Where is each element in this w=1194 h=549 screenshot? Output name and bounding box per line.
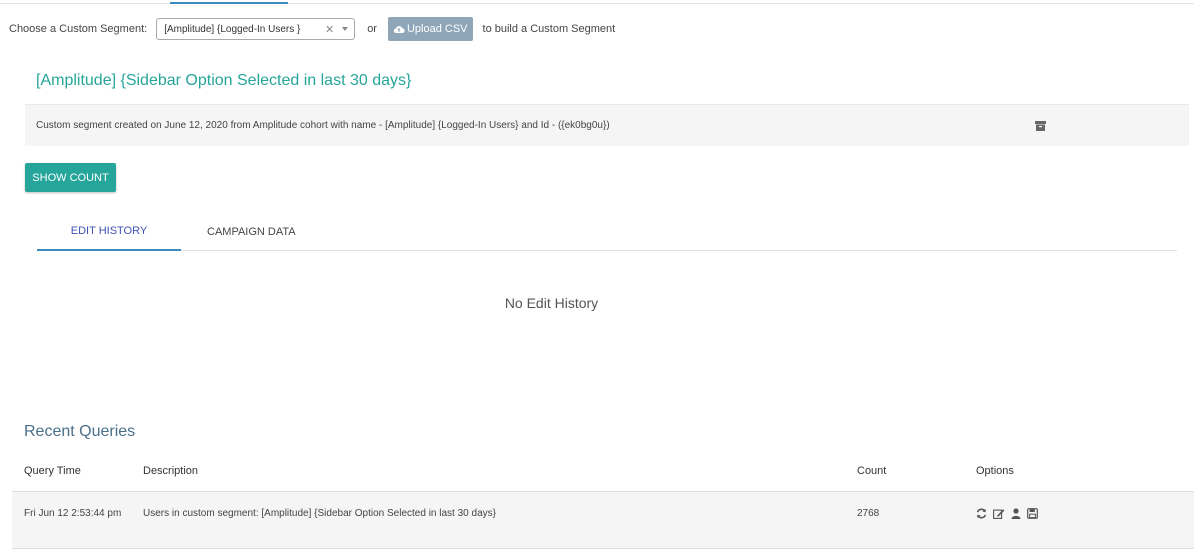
- clear-selection-icon[interactable]: ✕: [325, 23, 334, 36]
- archive-icon[interactable]: [1035, 121, 1046, 134]
- refresh-icon[interactable]: [976, 508, 987, 519]
- chevron-down-icon[interactable]: [342, 27, 349, 31]
- segment-select[interactable]: [Amplitude] {Logged-In Users } ✕: [156, 18, 356, 40]
- description-cell: Users in custom segment: [Amplitude] {Si…: [143, 508, 496, 519]
- chooser-label: Choose a Custom Segment:: [9, 23, 148, 35]
- segment-chooser: Choose a Custom Segment: [Amplitude] {Lo…: [9, 17, 616, 41]
- recent-queries-title: Recent Queries: [24, 423, 136, 440]
- segment-info-bar: Custom segment created on June 12, 2020 …: [25, 104, 1189, 146]
- count-cell: 2768: [857, 508, 880, 519]
- header-query-time: Query Time: [24, 465, 81, 477]
- segment-info-text: Custom segment created on June 12, 2020 …: [36, 120, 610, 131]
- tab-bar: EDIT HISTORY CAMPAIGN DATA: [37, 212, 1177, 251]
- upload-csv-label: Upload CSV: [406, 23, 468, 35]
- table-row: Fri Jun 12 2:53:44 pm Users in custom se…: [12, 492, 1194, 549]
- options-cell: [976, 508, 1038, 519]
- query-time-cell: Fri Jun 12 2:53:44 pm: [24, 508, 122, 519]
- edit-icon[interactable]: [993, 508, 1005, 519]
- table-header: Query Time Description Count Options: [12, 457, 1194, 492]
- header-count: Count: [857, 465, 887, 477]
- segment-title: [Amplitude] {Sidebar Option Selected in …: [36, 72, 412, 89]
- upload-csv-button[interactable]: Upload CSV: [387, 17, 473, 41]
- tab-edit-history[interactable]: EDIT HISTORY: [37, 212, 181, 251]
- chooser-tail-text: to build a Custom Segment: [482, 23, 616, 35]
- save-icon[interactable]: [1027, 508, 1038, 519]
- cloud-upload-icon: [393, 26, 405, 33]
- segment-select-value: [Amplitude] {Logged-In Users }: [164, 23, 301, 35]
- header-options: Options: [976, 465, 1014, 477]
- show-count-button[interactable]: Show Count: [25, 163, 116, 192]
- top-tab-active-indicator: [170, 2, 288, 4]
- recent-queries-table: Query Time Description Count Options Fri…: [12, 457, 1194, 549]
- user-icon[interactable]: [1011, 508, 1021, 519]
- header-description: Description: [143, 465, 199, 477]
- tab-campaign-data[interactable]: CAMPAIGN DATA: [207, 212, 296, 251]
- top-tab-rule: [0, 0, 1194, 4]
- empty-state-message: No Edit History: [504, 295, 599, 311]
- or-text: or: [367, 23, 377, 35]
